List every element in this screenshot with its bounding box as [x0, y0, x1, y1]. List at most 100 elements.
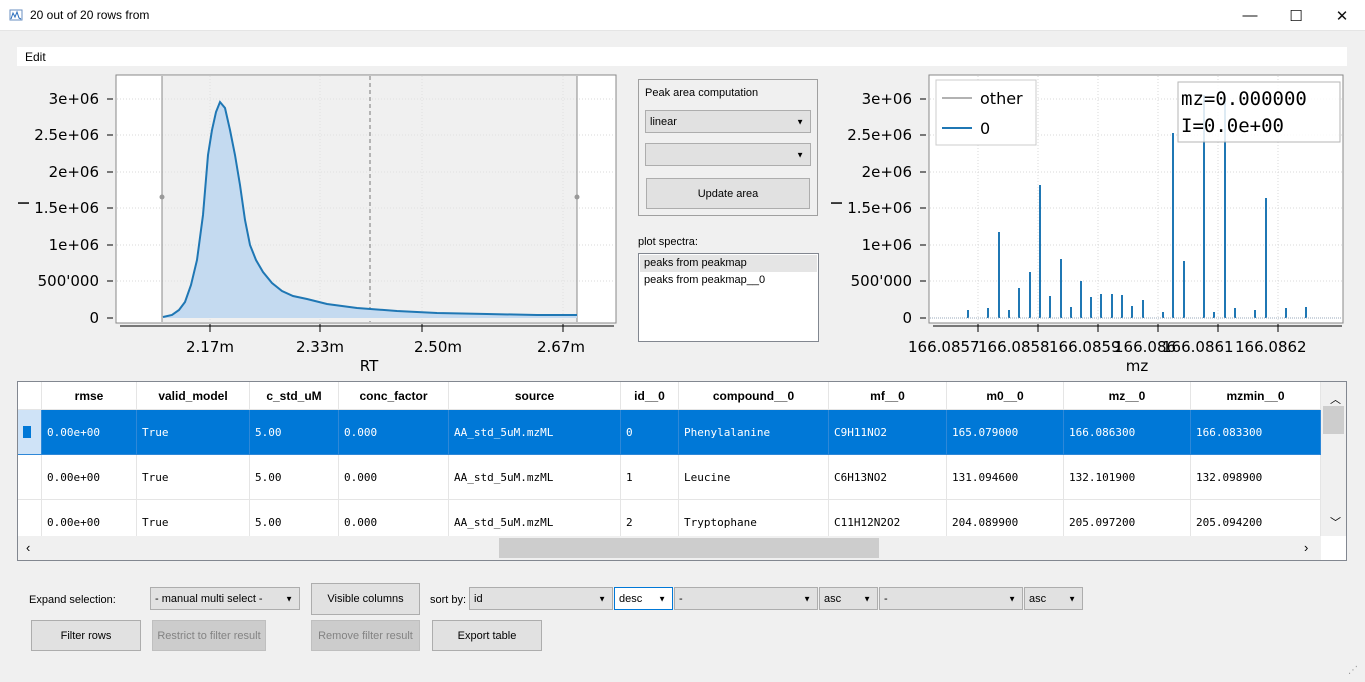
scroll-up-icon[interactable]: ︿ — [1330, 391, 1341, 407]
vertical-scrollbar[interactable]: ︿ ﹀ — [1321, 382, 1346, 536]
export-table-button[interactable]: Export table — [432, 620, 542, 651]
table-cell[interactable]: 131.094600 — [947, 455, 1064, 500]
horizontal-scroll-thumb[interactable] — [499, 538, 879, 558]
table-cell[interactable]: 0.000 — [339, 410, 449, 455]
sort1-order-value: desc — [619, 592, 643, 605]
sort3-field-select[interactable]: - ▼ — [879, 587, 1023, 610]
table-row[interactable]: 0.00e+00 True 5.00 0.000 AA_std_5uM.mzML… — [18, 410, 1321, 455]
rt-xtick: 2.33m — [296, 338, 344, 356]
chevron-down-icon: ▼ — [1008, 594, 1016, 603]
horizontal-scrollbar[interactable]: ‹ › — [18, 536, 1321, 560]
resize-grip-icon[interactable]: ⋰ — [1348, 665, 1358, 676]
table-cell[interactable]: 5.00 — [250, 410, 339, 455]
table-cell[interactable]: 132.098900 — [1191, 455, 1321, 500]
plot-spectra-label: plot spectra: — [638, 236, 698, 248]
expand-selection-select[interactable]: - manual multi select - ▼ — [150, 587, 300, 610]
table-cell[interactable]: 0.000 — [339, 455, 449, 500]
row-header[interactable] — [18, 455, 42, 500]
peak-area-method-value: linear — [650, 115, 677, 128]
mz-ytick: 2e+06 — [862, 163, 912, 181]
sort3-order-select[interactable]: asc ▼ — [1024, 587, 1083, 610]
column-header[interactable]: compound__0 — [679, 382, 829, 410]
mz-ylabel: I — [830, 201, 846, 205]
rt-ytick: 2e+06 — [49, 163, 99, 181]
restrict-filter-button[interactable]: Restrict to filter result — [152, 620, 266, 651]
table-cell[interactable]: 165.079000 — [947, 410, 1064, 455]
minimize-button[interactable]: — — [1227, 0, 1273, 31]
mz-xtick: 166.0859 — [1049, 338, 1121, 356]
column-header[interactable]: mz__0 — [1064, 382, 1191, 410]
sort1-field-value: id — [474, 592, 483, 605]
remove-filter-button[interactable]: Remove filter result — [311, 620, 420, 651]
table-cell[interactable]: AA_std_5uM.mzML — [449, 410, 621, 455]
menu-edit[interactable]: Edit — [25, 50, 46, 64]
peak-area-title: Peak area computation — [645, 87, 759, 99]
table-cell[interactable]: 132.101900 — [1064, 455, 1191, 500]
rt-ylabel: I — [17, 201, 33, 205]
table-cell[interactable]: C6H13NO2 — [829, 455, 947, 500]
corner-cell[interactable] — [18, 382, 42, 410]
table-row[interactable]: 0.00e+00 True 5.00 0.000 AA_std_5uM.mzML… — [18, 455, 1321, 500]
visible-columns-button[interactable]: Visible columns — [311, 583, 420, 615]
chevron-down-icon: ▼ — [803, 594, 811, 603]
maximize-button[interactable]: ☐ — [1273, 0, 1319, 31]
mz-ytick: 3e+06 — [862, 90, 912, 108]
table-cell[interactable]: True — [137, 455, 250, 500]
chevron-down-icon: ▼ — [598, 594, 606, 603]
scroll-right-icon[interactable]: › — [1304, 540, 1308, 555]
table-cell[interactable]: 0.00e+00 — [42, 455, 137, 500]
mz-xtick: 166.0861 — [1162, 338, 1234, 356]
mz-ytick: 2.5e+06 — [847, 126, 912, 144]
table-cell[interactable]: C9H11NO2 — [829, 410, 947, 455]
column-header[interactable]: rmse — [42, 382, 137, 410]
table-cell[interactable]: Phenylalanine — [679, 410, 829, 455]
sort1-order-select[interactable]: desc ▼ — [614, 587, 673, 610]
chevron-down-icon: ▼ — [1068, 594, 1076, 603]
sort2-field-select[interactable]: - ▼ — [674, 587, 818, 610]
table-cell[interactable]: 1 — [621, 455, 679, 500]
column-header[interactable]: m0__0 — [947, 382, 1064, 410]
table-cell[interactable]: 166.086300 — [1064, 410, 1191, 455]
table-cell[interactable]: 5.00 — [250, 455, 339, 500]
plot-spectra-list[interactable]: peaks from peakmap peaks from peakmap__0 — [638, 253, 819, 342]
close-button[interactable]: ✕ — [1319, 0, 1365, 31]
scroll-left-icon[interactable]: ‹ — [26, 540, 30, 555]
filter-rows-button[interactable]: Filter rows — [31, 620, 141, 651]
mz-xtick: 166.0857 — [908, 338, 980, 356]
mz-xtick: 166.0862 — [1235, 338, 1307, 356]
update-area-button[interactable]: Update area — [646, 178, 810, 209]
window-title: 20 out of 20 rows from — [30, 8, 150, 22]
list-item[interactable]: peaks from peakmap — [640, 255, 817, 272]
row-header[interactable] — [18, 410, 42, 455]
rt-ytick: 2.5e+06 — [34, 126, 99, 144]
peak-area-method-select[interactable]: linear ▼ — [645, 110, 811, 133]
rt-ytick: 500'000 — [38, 272, 99, 290]
vertical-scroll-thumb[interactable] — [1323, 406, 1344, 434]
rt-plot[interactable]: 2.17m 2.33m 2.50m 2.67m 0 500'000 1e+06 … — [17, 70, 627, 375]
sort1-field-select[interactable]: id ▼ — [469, 587, 613, 610]
sort3-field-value: - — [884, 592, 888, 605]
scroll-down-icon[interactable]: ﹀ — [1330, 514, 1341, 530]
table-cell[interactable]: 0 — [621, 410, 679, 455]
mz-legend: other 0 — [935, 79, 1037, 146]
mz-readout: mz=0.000000 I=0.0e+00 — [1177, 81, 1341, 143]
menu-bar: Edit — [17, 47, 1347, 66]
selected-row-indicator — [23, 426, 31, 438]
column-header[interactable]: valid_model — [137, 382, 250, 410]
peak-area-secondary-select[interactable]: ▼ — [645, 143, 811, 166]
table-cell[interactable]: 166.083300 — [1191, 410, 1321, 455]
sort2-order-select[interactable]: asc ▼ — [819, 587, 878, 610]
table-cell[interactable]: 0.00e+00 — [42, 410, 137, 455]
column-header[interactable]: source — [449, 382, 621, 410]
table-cell[interactable]: Leucine — [679, 455, 829, 500]
table-cell[interactable]: AA_std_5uM.mzML — [449, 455, 621, 500]
column-header[interactable]: id__0 — [621, 382, 679, 410]
column-header[interactable]: mzmin__0 — [1191, 382, 1321, 410]
mz-ytick: 1.5e+06 — [847, 199, 912, 217]
column-header[interactable]: mf__0 — [829, 382, 947, 410]
column-header[interactable]: conc_factor — [339, 382, 449, 410]
mz-plot[interactable]: other 0 mz=0.000000 I=0.0e+00 166.0857 1… — [830, 70, 1350, 375]
list-item[interactable]: peaks from peakmap__0 — [640, 272, 817, 289]
table-cell[interactable]: True — [137, 410, 250, 455]
column-header[interactable]: c_std_uM — [250, 382, 339, 410]
